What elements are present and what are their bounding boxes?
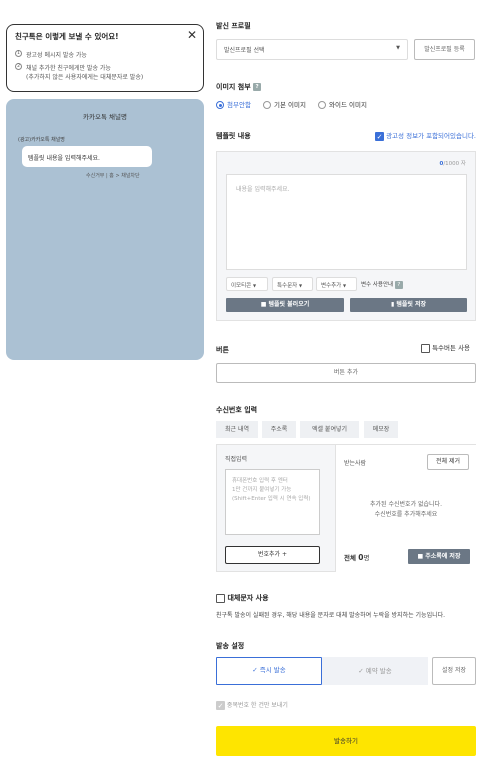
info-item-text: 광고성 메시지 발송 가능 — [26, 52, 87, 59]
message-preview: 카카오톡 채널명 (광고)카카오톡 채널명 템플릿 내용을 입력해주세요. 수신… — [6, 99, 204, 360]
template-textarea[interactable]: 내용을 입력해주세요. — [226, 174, 467, 270]
total-count: 전체 0명 — [344, 553, 370, 562]
chevron-down-icon: ▼ — [343, 283, 347, 288]
bookmark-icon: ▮ — [390, 301, 395, 308]
direct-input-label: 직접입력 — [225, 456, 248, 463]
tab-recent[interactable]: 최근 내역 — [216, 421, 258, 438]
radio-basic[interactable]: 기본 이미지 — [263, 101, 306, 109]
send-settings-label: 발송 설정 — [216, 642, 245, 650]
template-label: 템플릿 내용 — [216, 132, 251, 140]
image-attach-label: 이미지 첨부 ? — [216, 82, 262, 92]
fallback-description: 친구톡 발송이 실패된 경우, 해당 내용을 문자로 대체 발송하여 누락을 방… — [216, 612, 446, 619]
chevron-down-icon: ▼ — [396, 45, 400, 51]
tab-address-book[interactable]: 주소록 — [262, 421, 296, 438]
template-load-button[interactable]: ■ 템플릿 불러오기 — [226, 298, 344, 312]
special-button-checkbox[interactable]: 특수버튼 사용 — [421, 342, 470, 353]
checkbox-icon — [216, 593, 225, 603]
preview-footer: 수신거부 | 홈 > 채널차단 — [86, 173, 140, 179]
image-options: 첨부안함 기본 이미지 와이드 이미지 — [216, 99, 367, 109]
help-icon[interactable]: ? — [253, 83, 262, 91]
check-icon: ✓ — [358, 667, 364, 675]
dedup-checkbox[interactable]: ✓ 중복번호 한 건만 보내기 — [216, 700, 288, 710]
help-icon: ? — [394, 280, 403, 289]
save-address-book-button[interactable]: ■ 주소록에 저장 — [408, 549, 470, 564]
phone-number-textarea[interactable]: 휴대폰번호 입력 후 엔터 1만 건까지 붙여넣기 가능 (Shift+Ente… — [225, 469, 320, 535]
check-icon: ✓ — [252, 666, 258, 674]
tab-excel-paste[interactable]: 엑셀 붙여넣기 — [300, 421, 359, 438]
info-title: 친구톡은 이렇게 보낼 수 있어요! — [15, 32, 119, 41]
recipients-panel: 직접입력 휴대폰번호 입력 후 엔터 1만 건까지 붙여넣기 가능 (Shift… — [216, 444, 476, 572]
save-setting-button[interactable]: 설정 저장 — [432, 657, 476, 685]
fallback-checkbox[interactable]: 대체문자 사용 — [216, 593, 269, 603]
template-save-button[interactable]: ▮ 템플릿 저장 — [350, 298, 467, 312]
chevron-down-icon: ▼ — [299, 283, 303, 288]
number-badge: 1 — [15, 50, 22, 57]
recipients-label: 수신번호 입력 — [216, 406, 258, 414]
radio-none[interactable]: 첨부안함 — [216, 101, 251, 109]
save-icon: ■ — [417, 553, 424, 560]
preview-ad-label: (광고)카카오톡 채널명 — [18, 137, 65, 143]
emoticon-select[interactable]: 이모티콘 ▼ — [226, 277, 268, 291]
info-box: 친구톡은 이렇게 보낼 수 있어요! ✕ 1 광고성 메시지 발송 가능 2 채… — [6, 24, 204, 92]
instant-send-option[interactable]: ✓ 즉시 발송 — [216, 657, 322, 685]
info-item-subtext: (추가하지 않은 사용자에게는 대체문자로 발송) — [26, 74, 144, 81]
sender-profile-select[interactable]: 발신프로필 선택 ▼ — [216, 39, 408, 60]
char-counter: 0/1000 자 — [439, 161, 467, 167]
info-item: 2 채널 추가한 친구에게만 발송 가능 (추가하지 않은 사용자에게는 대체문… — [15, 63, 195, 81]
checkbox-icon: ✓ — [375, 131, 384, 141]
sender-label: 발신 프로필 — [216, 22, 251, 30]
variable-guide[interactable]: 변수 사용안내 ? — [361, 280, 403, 289]
checkbox-icon — [421, 343, 430, 353]
empty-state: 추가된 수신번호가 없습니다. 수신번호를 추가해주세요 — [370, 501, 442, 518]
radio-icon — [216, 101, 224, 109]
delete-all-button[interactable]: 전체 제거 — [427, 454, 469, 470]
receiver-box: 받는사람 전체 제거 추가된 수신번호가 없습니다. 수신번호를 추가해주세요 … — [335, 445, 476, 572]
preview-bubble: 템플릿 내용을 입력해주세요. — [22, 146, 152, 167]
radio-wide[interactable]: 와이드 이미지 — [318, 101, 367, 109]
template-panel: 0/1000 자 내용을 입력해주세요. 이모티콘 ▼ 특수문자 ▼ 변수추가 … — [216, 151, 476, 321]
button-label: 버튼 — [216, 346, 229, 354]
checkbox-icon: ✓ — [216, 701, 225, 710]
receiver-label: 받는사람 — [344, 460, 367, 467]
add-number-button[interactable]: 번호추가 + — [225, 546, 320, 564]
reserve-send-option[interactable]: ✓ 예약 발송 — [322, 657, 428, 685]
radio-icon — [263, 101, 271, 109]
info-item: 1 광고성 메시지 발송 가능 — [15, 50, 195, 59]
radio-icon — [318, 101, 327, 109]
info-item-text: 채널 추가한 친구에게만 발송 가능 — [26, 65, 111, 72]
number-badge: 2 — [15, 63, 22, 70]
chevron-down-icon: ▼ — [253, 283, 257, 288]
variable-select[interactable]: 변수추가 ▼ — [316, 277, 357, 291]
send-button[interactable]: 발송하기 — [216, 726, 476, 756]
folder-icon: ■ — [260, 301, 267, 308]
add-button-button[interactable]: 버튼 추가 — [216, 363, 476, 383]
ad-notice-checkbox[interactable]: ✓ 광고성 정보가 포함되어있습니다. — [375, 130, 476, 141]
preview-channel-name: 카카오톡 채널명 — [83, 113, 127, 121]
sender-select-value: 발신프로필 선택 — [224, 47, 265, 54]
sender-register-button[interactable]: 발신프로필 등록 — [414, 39, 475, 60]
special-char-select[interactable]: 특수문자 ▼ — [272, 277, 313, 291]
tab-memo[interactable]: 메모장 — [364, 421, 398, 438]
close-icon[interactable]: ✕ — [187, 28, 197, 42]
